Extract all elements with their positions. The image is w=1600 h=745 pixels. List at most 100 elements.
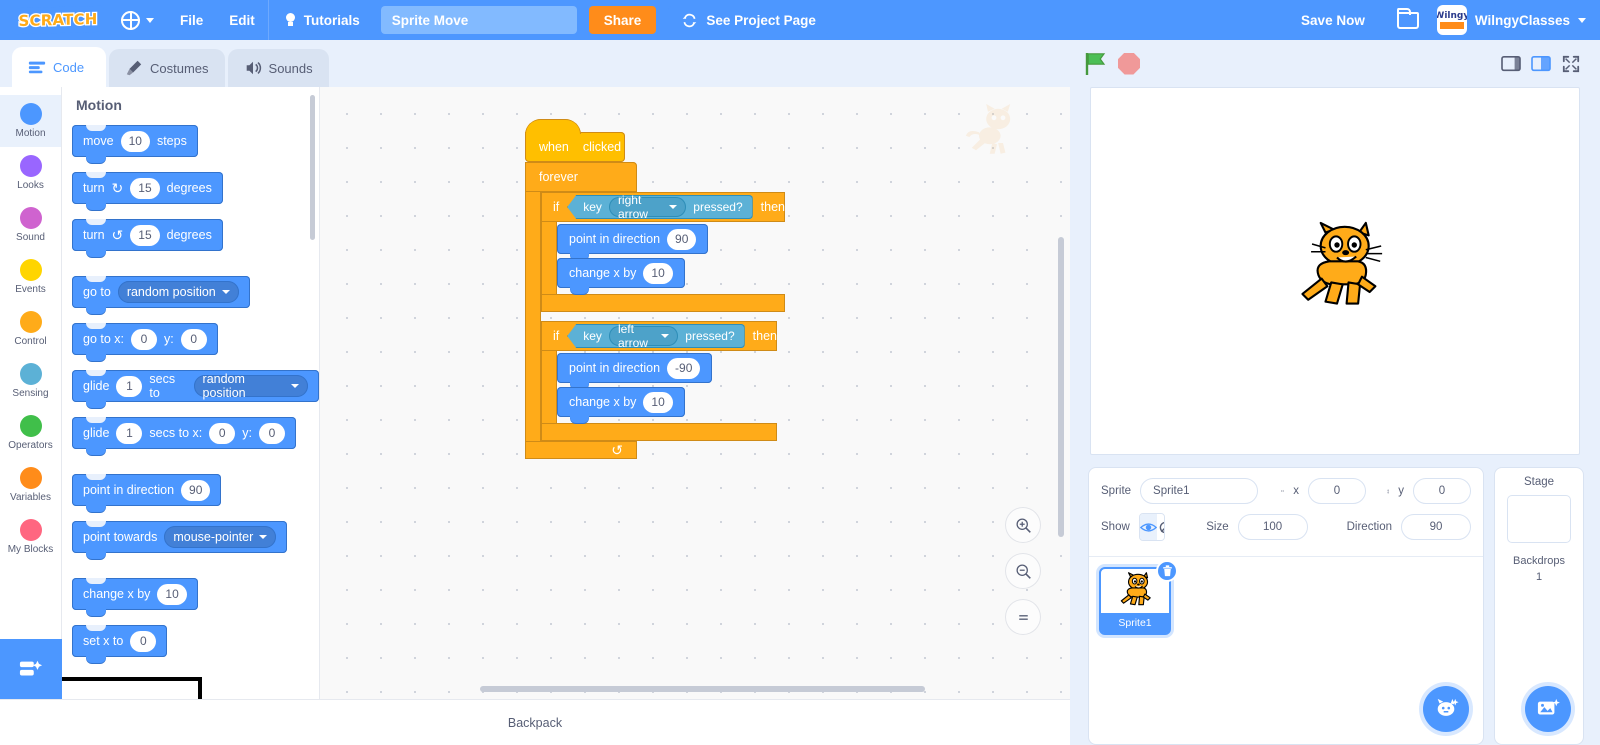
delete-sprite-button[interactable] xyxy=(1156,560,1178,582)
palette-block-point-towards[interactable]: point towards mouse-pointer xyxy=(72,521,288,559)
category-motion[interactable]: Motion xyxy=(0,95,61,147)
stage-thumbnail[interactable] xyxy=(1507,495,1571,543)
block-input[interactable]: 1 xyxy=(116,375,143,397)
block-input[interactable]: 10 xyxy=(643,391,673,413)
stage-selector-pane[interactable]: Stage Backdrops 1 xyxy=(1494,467,1584,745)
block-change-x-by[interactable]: change x by 10 xyxy=(557,258,685,294)
block-if-right-arrow[interactable]: if key right arrow pressed? then point i… xyxy=(541,192,785,312)
account-menu[interactable]: Wilngy WilngyClasses xyxy=(1436,5,1586,35)
y-input[interactable] xyxy=(1413,478,1471,504)
forever-header[interactable]: forever xyxy=(525,162,637,192)
stop-button[interactable] xyxy=(1118,52,1140,75)
block-when-flag-clicked[interactable]: when clicked xyxy=(525,132,625,162)
palette-block-glide-random[interactable]: glide 1 secs to random position xyxy=(72,370,319,408)
block-input[interactable]: 10 xyxy=(120,130,150,152)
block-input[interactable]: 0 xyxy=(258,422,285,444)
code-workspace[interactable]: when clicked forever if key right arrow … xyxy=(320,87,1070,699)
block-key-pressed[interactable]: key left arrow pressed? xyxy=(567,324,745,348)
block-input[interactable]: 90 xyxy=(181,479,211,501)
size-input[interactable] xyxy=(1237,514,1308,540)
stage-sprite-cat[interactable] xyxy=(1289,221,1385,317)
add-sprite-button[interactable] xyxy=(1423,686,1469,732)
palette-block-glide-xy[interactable]: glide 1 secs to x: 0 y: 0 xyxy=(72,417,296,455)
share-button[interactable]: Share xyxy=(588,6,657,34)
block-dropdown[interactable]: random position xyxy=(193,372,308,400)
block-input[interactable]: 0 xyxy=(180,328,207,350)
stage-canvas[interactable] xyxy=(1090,87,1580,455)
block-input[interactable]: 15 xyxy=(130,224,160,246)
tab-costumes[interactable]: Costumes xyxy=(109,49,225,87)
palette-block-go-to-xy[interactable]: go to x: 0 y: 0 xyxy=(72,323,218,361)
palette-block-go-to[interactable]: go to random position xyxy=(72,276,250,314)
block-palette[interactable]: Motion move 10 steps turn ↻ 15 degrees t… xyxy=(62,87,320,699)
save-now-button[interactable]: Save Now xyxy=(1287,13,1379,28)
sprite-name-input[interactable] xyxy=(1140,478,1259,504)
sprite-list[interactable]: Sprite1 xyxy=(1089,556,1483,744)
palette-block-turn-right[interactable]: turn ↻ 15 degrees xyxy=(72,172,223,210)
see-project-page-button[interactable]: See Project Page xyxy=(668,6,829,34)
block-input[interactable]: 90 xyxy=(667,228,697,250)
block-change-x-by[interactable]: change x by 10 xyxy=(557,387,685,423)
small-stage-button[interactable] xyxy=(1496,50,1526,77)
block-input[interactable]: 1 xyxy=(116,422,143,444)
if-header[interactable]: if key right arrow pressed? then xyxy=(541,192,785,222)
green-flag-button[interactable] xyxy=(1084,52,1108,76)
backpack-bar[interactable]: Backpack xyxy=(0,699,1070,745)
category-variables[interactable]: Variables xyxy=(0,459,61,511)
block-if-left-arrow[interactable]: if key left arrow pressed? then point in… xyxy=(541,321,785,441)
key-dropdown[interactable]: left arrow xyxy=(608,324,679,348)
category-sensing[interactable]: Sensing xyxy=(0,355,61,407)
key-dropdown[interactable]: right arrow xyxy=(608,195,687,219)
category-sound[interactable]: Sound xyxy=(0,199,61,251)
show-hidden-button[interactable] xyxy=(1156,514,1165,540)
palette-block-point-in-direction[interactable]: point in direction 90 xyxy=(72,474,222,512)
block-forever[interactable]: forever if key right arrow pressed? then… xyxy=(525,162,785,459)
menu-file[interactable]: File xyxy=(167,0,216,40)
scratch-logo[interactable]: SCRATCH xyxy=(12,5,104,35)
tab-sounds[interactable]: Sounds xyxy=(227,49,329,87)
block-input[interactable]: 0 xyxy=(131,328,157,350)
menu-tutorials[interactable]: Tutorials xyxy=(269,0,373,40)
palette-block-move-steps[interactable]: move 10 steps xyxy=(72,125,198,163)
x-input[interactable] xyxy=(1308,478,1366,504)
if-header[interactable]: if key left arrow pressed? then xyxy=(541,321,777,351)
block-point-in-direction[interactable]: point in direction -90 xyxy=(557,353,713,389)
palette-block-change-x-by[interactable]: change x by 10 xyxy=(72,578,198,616)
sprite-thumbnail-sprite1[interactable]: Sprite1 xyxy=(1099,560,1178,635)
add-backdrop-button[interactable] xyxy=(1525,686,1571,732)
block-dropdown[interactable]: random position xyxy=(117,281,239,303)
add-extension-button[interactable] xyxy=(0,639,62,699)
zoom-reset-button[interactable] xyxy=(1006,600,1040,634)
script-stack[interactable]: when clicked forever if key right arrow … xyxy=(525,132,785,459)
block-key-pressed[interactable]: key right arrow pressed? xyxy=(567,195,753,219)
category-events[interactable]: Events xyxy=(0,251,61,303)
palette-block-turn-left[interactable]: turn ↺ 15 degrees xyxy=(72,219,223,257)
language-selector[interactable] xyxy=(108,0,167,40)
category-operators[interactable]: Operators xyxy=(0,407,61,459)
folder-icon[interactable] xyxy=(1396,7,1419,29)
workspace-vertical-scrollbar[interactable] xyxy=(1058,237,1064,537)
project-title-input[interactable] xyxy=(380,6,577,34)
menu-edit[interactable]: Edit xyxy=(216,0,268,40)
category-looks[interactable]: Looks xyxy=(0,147,61,199)
show-visible-button[interactable] xyxy=(1139,514,1157,540)
block-input[interactable]: 10 xyxy=(157,583,187,605)
block-input[interactable]: -90 xyxy=(667,357,701,379)
category-control[interactable]: Control xyxy=(0,303,61,355)
block-input[interactable]: 15 xyxy=(130,177,160,199)
palette-block-set-x-to[interactable]: set x to 0 xyxy=(72,625,168,663)
block-point-in-direction[interactable]: point in direction 90 xyxy=(557,224,709,260)
palette-scrollbar[interactable] xyxy=(310,95,315,240)
zoom-out-button[interactable] xyxy=(1006,554,1040,588)
fullscreen-button[interactable] xyxy=(1556,50,1586,77)
direction-input[interactable] xyxy=(1401,514,1471,540)
block-input[interactable]: 0 xyxy=(209,422,236,444)
tab-code[interactable]: Code xyxy=(12,47,106,87)
zoom-in-button[interactable] xyxy=(1006,508,1040,542)
category-my-blocks[interactable]: My Blocks xyxy=(0,511,61,563)
block-input[interactable]: 0 xyxy=(130,630,157,652)
block-input[interactable]: 10 xyxy=(643,262,673,284)
block-dropdown[interactable]: mouse-pointer xyxy=(164,526,277,548)
large-stage-button[interactable] xyxy=(1526,50,1556,77)
workspace-horizontal-scrollbar[interactable] xyxy=(480,686,925,692)
